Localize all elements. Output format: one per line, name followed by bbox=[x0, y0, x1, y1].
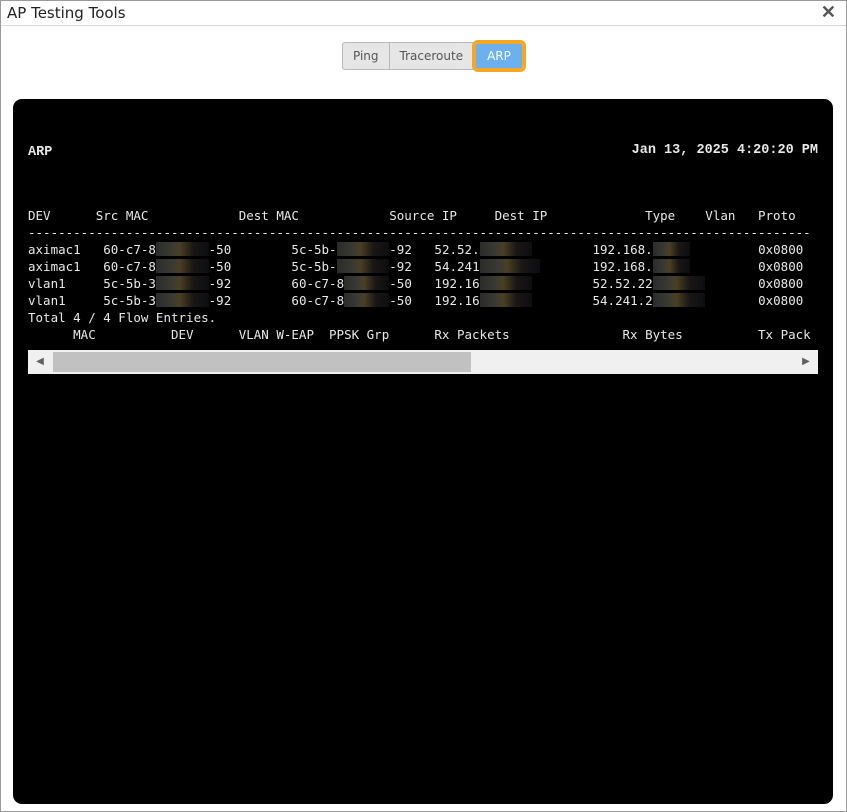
redacted-value bbox=[652, 242, 691, 256]
tab-ping[interactable]: Ping bbox=[342, 42, 390, 70]
terminal-output-panel: ARP Jan 13, 2025 4:20:20 PM DEV Src MAC … bbox=[13, 99, 833, 804]
terminal-text: -92 52.52. bbox=[389, 242, 480, 257]
redacted-value bbox=[652, 293, 706, 307]
scroll-left-icon[interactable]: ◀ bbox=[28, 350, 52, 374]
terminal-text: -50 5c-5b- bbox=[208, 242, 337, 257]
terminal-line: ----------------------------------------… bbox=[28, 224, 818, 241]
redacted-value bbox=[479, 259, 540, 273]
terminal-line: aximac1 60-c7-8 -50 5c-5b- -92 52.52. 192.… bbox=[28, 241, 818, 258]
title-bar: AP Testing Tools ✕ bbox=[1, 1, 846, 26]
terminal-text: Total 4 / 4 Flow Entries. bbox=[28, 310, 217, 325]
terminal-text: 52.52.22 bbox=[532, 276, 653, 291]
terminal-line: vlan1 5c-5b-3 -92 60-c7-8 -50 192.16 52.52… bbox=[28, 275, 818, 292]
terminal-text: 192.168. bbox=[532, 242, 653, 257]
terminal-text: 0x0800 bbox=[690, 259, 804, 274]
terminal-line: MAC DEV VLAN W-EAP PPSK Grp Rx Packets R… bbox=[28, 326, 818, 343]
terminal-text: -92 60-c7-8 bbox=[208, 293, 345, 308]
close-icon[interactable]: ✕ bbox=[821, 2, 836, 23]
redacted-value bbox=[652, 276, 706, 290]
terminal-text: 0x0800 bbox=[690, 242, 804, 257]
tab-traceroute[interactable]: Traceroute bbox=[389, 42, 475, 70]
horizontal-scrollbar[interactable]: ◀ ▶ bbox=[28, 350, 818, 374]
scroll-right-icon[interactable]: ▶ bbox=[794, 350, 818, 374]
terminal-text: -92 54.241 bbox=[389, 259, 480, 274]
redacted-value bbox=[336, 242, 390, 256]
terminal-line: vlan1 5c-5b-3 -92 60-c7-8 -50 192.16 54.24… bbox=[28, 292, 818, 309]
terminal-text: -92 60-c7-8 bbox=[208, 276, 345, 291]
terminal-line: ----------------------------------------… bbox=[28, 343, 818, 350]
redacted-value bbox=[155, 293, 209, 307]
dialog-title: AP Testing Tools bbox=[7, 4, 126, 22]
terminal-heading: ARP bbox=[28, 145, 53, 160]
terminal-text: -50 192.16 bbox=[389, 276, 480, 291]
redacted-value bbox=[155, 259, 209, 273]
terminal-text: DEV Src MAC Dest MAC Source IP Dest IP T… bbox=[28, 208, 796, 223]
redacted-value bbox=[155, 242, 209, 256]
terminal-text: vlan1 5c-5b-3 bbox=[28, 276, 156, 291]
terminal-text: MAC DEV VLAN W-EAP PPSK Grp Rx Packets R… bbox=[28, 327, 811, 342]
tool-tabs: Ping Traceroute ARP bbox=[342, 40, 526, 72]
ap-testing-tools-dialog: AP Testing Tools ✕ Ping Traceroute ARP A… bbox=[0, 0, 847, 812]
redacted-value bbox=[336, 259, 390, 273]
redacted-value bbox=[479, 276, 533, 290]
terminal-text: aximac1 60-c7-8 bbox=[28, 259, 156, 274]
tab-arp[interactable]: ARP bbox=[472, 40, 526, 72]
terminal-line: aximac1 60-c7-8 -50 5c-5b- -92 54.241 192.… bbox=[28, 258, 818, 275]
timestamp: Jan 13, 2025 4:20:20 PM bbox=[631, 143, 818, 158]
terminal-text: -50 5c-5b- bbox=[208, 259, 337, 274]
terminal-text: 192.168. bbox=[539, 259, 653, 274]
terminal-line: Total 4 / 4 Flow Entries. bbox=[28, 309, 818, 326]
redacted-value bbox=[479, 293, 533, 307]
redacted-value bbox=[155, 276, 209, 290]
terminal-line: DEV Src MAC Dest MAC Source IP Dest IP T… bbox=[28, 207, 818, 224]
terminal-text: 0x0800 bbox=[705, 276, 804, 291]
redacted-value bbox=[344, 276, 390, 290]
redacted-value bbox=[652, 259, 691, 273]
terminal-lines: DEV Src MAC Dest MAC Source IP Dest IP T… bbox=[28, 207, 818, 350]
redacted-value bbox=[479, 242, 533, 256]
terminal-text: vlan1 5c-5b-3 bbox=[28, 293, 156, 308]
terminal-text: aximac1 60-c7-8 bbox=[28, 242, 156, 257]
terminal-text: 54.241.2 bbox=[532, 293, 653, 308]
terminal-screen[interactable]: ARP Jan 13, 2025 4:20:20 PM DEV Src MAC … bbox=[28, 113, 818, 350]
terminal-text: -50 192.16 bbox=[389, 293, 480, 308]
terminal-text: 0x0800 bbox=[705, 293, 804, 308]
scrollbar-thumb[interactable] bbox=[53, 352, 471, 372]
redacted-value bbox=[344, 293, 390, 307]
terminal-text: ----------------------------------------… bbox=[28, 225, 811, 240]
